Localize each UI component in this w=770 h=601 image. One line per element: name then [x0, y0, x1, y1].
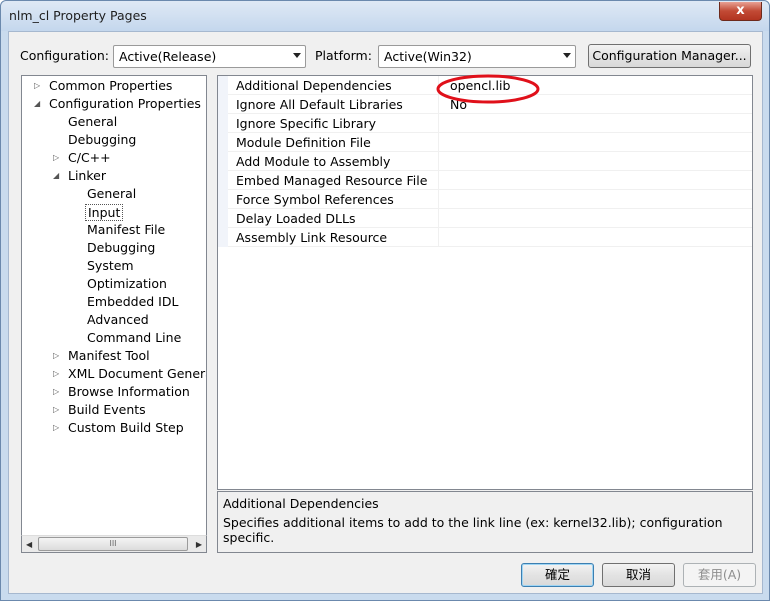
chevron-down-icon	[293, 53, 301, 58]
tree-item-label: Optimization	[87, 276, 167, 291]
tree-item-label: Advanced	[87, 312, 149, 327]
platform-value: Active(Win32)	[384, 49, 472, 64]
tree-item-label: General	[68, 114, 118, 129]
property-name: Delay Loaded DLLs	[236, 211, 356, 226]
configuration-manager-button[interactable]: Configuration Manager...	[588, 44, 751, 68]
collapse-arrow-icon[interactable]: ◢	[53, 171, 59, 180]
category-tree[interactable]: ▷ Common Properties ◢ Configuration Propert…	[21, 75, 207, 553]
tree-item-label: Linker	[68, 168, 106, 183]
property-name: Module Definition File	[236, 135, 371, 150]
expand-arrow-icon[interactable]: ▷	[53, 423, 59, 432]
property-pages-window: nlm_cl Property Pages x Configuration: A…	[0, 0, 770, 601]
configuration-select[interactable]: Active(Release)	[113, 45, 306, 68]
tree-item-label: System	[87, 258, 134, 273]
expand-arrow-icon[interactable]: ▷	[34, 81, 40, 90]
property-name: Add Module to Assembly	[236, 154, 391, 169]
property-row[interactable]: Add Module to Assembly	[228, 152, 752, 171]
property-row[interactable]: Ignore All Default Libraries No	[228, 95, 752, 114]
expand-arrow-icon[interactable]: ▷	[53, 369, 59, 378]
property-row[interactable]: Force Symbol References	[228, 190, 752, 209]
description-panel: Additional Dependencies Specifies additi…	[217, 491, 753, 553]
property-row[interactable]: Embed Managed Resource File	[228, 171, 752, 190]
property-row[interactable]: Additional Dependencies opencl.lib	[228, 76, 752, 95]
tree-item-label: Common Properties	[49, 78, 173, 93]
tree-item-label: General	[87, 186, 137, 201]
scrollbar-thumb[interactable]: III	[38, 537, 188, 551]
property-name: Additional Dependencies	[236, 78, 392, 93]
expand-arrow-icon[interactable]: ▷	[53, 387, 59, 396]
property-row[interactable]: Delay Loaded DLLs	[228, 209, 752, 228]
property-name: Force Symbol References	[236, 192, 394, 207]
apply-button[interactable]: 套用(A)	[683, 563, 756, 587]
platform-label: Platform:	[315, 48, 372, 63]
property-name: Ignore All Default Libraries	[236, 97, 403, 112]
tree-item-label: Manifest Tool	[68, 348, 150, 363]
property-value[interactable]: opencl.lib	[450, 78, 510, 93]
description-text: Specifies additional items to add to the…	[223, 515, 723, 545]
property-name: Ignore Specific Library	[236, 116, 377, 131]
ok-button[interactable]: 確定	[521, 563, 594, 587]
expand-arrow-icon[interactable]: ▷	[53, 351, 59, 360]
description-title: Additional Dependencies	[223, 496, 379, 511]
tree-item-label: Command Line	[87, 330, 182, 345]
expand-arrow-icon[interactable]: ▷	[53, 405, 59, 414]
property-value[interactable]: No	[450, 97, 467, 112]
property-row[interactable]: Ignore Specific Library	[228, 114, 752, 133]
property-name: Embed Managed Resource File	[236, 173, 428, 188]
property-grid[interactable]: Additional Dependencies opencl.lib Ignore …	[217, 75, 753, 490]
close-button[interactable]: x	[719, 2, 762, 21]
property-name: Assembly Link Resource	[236, 230, 388, 245]
tree-item-label: Embedded IDL	[87, 294, 179, 309]
tree-item-label: Manifest File	[87, 222, 166, 237]
tree-item-label: Configuration Properties	[49, 96, 201, 111]
tree-item-label: C/C++	[68, 150, 111, 165]
platform-select[interactable]: Active(Win32)	[378, 45, 576, 68]
scroll-left-icon[interactable]: ◀	[26, 540, 32, 549]
expand-arrow-icon[interactable]: ▷	[53, 153, 59, 162]
window-title: nlm_cl Property Pages	[9, 8, 147, 23]
tree-item-label: Input	[85, 204, 124, 221]
grid-margin	[218, 76, 228, 247]
collapse-arrow-icon[interactable]: ◢	[34, 99, 40, 108]
configuration-label: Configuration:	[20, 48, 109, 63]
tree-item-label: Debugging	[68, 132, 137, 147]
tree-item-label: Build Events	[68, 402, 146, 417]
property-row[interactable]: Assembly Link Resource	[228, 228, 752, 247]
property-row[interactable]: Module Definition File	[228, 133, 752, 152]
tree-item-label: Debugging	[87, 240, 156, 255]
tree-item-label: Custom Build Step	[68, 420, 184, 435]
cancel-button[interactable]: 取消	[602, 563, 675, 587]
tree-item-label: Browse Information	[68, 384, 190, 399]
title-bar[interactable]: nlm_cl Property Pages x	[1, 1, 769, 31]
tree-horizontal-scrollbar[interactable]: ◀ III ▶	[21, 535, 207, 553]
tree-item-label: XML Document Generato	[68, 366, 206, 381]
configuration-value: Active(Release)	[119, 49, 217, 64]
chevron-down-icon	[563, 53, 571, 58]
scroll-right-icon[interactable]: ▶	[196, 540, 202, 549]
dialog-client-area: Configuration: Active(Release) Platform:…	[8, 31, 763, 594]
